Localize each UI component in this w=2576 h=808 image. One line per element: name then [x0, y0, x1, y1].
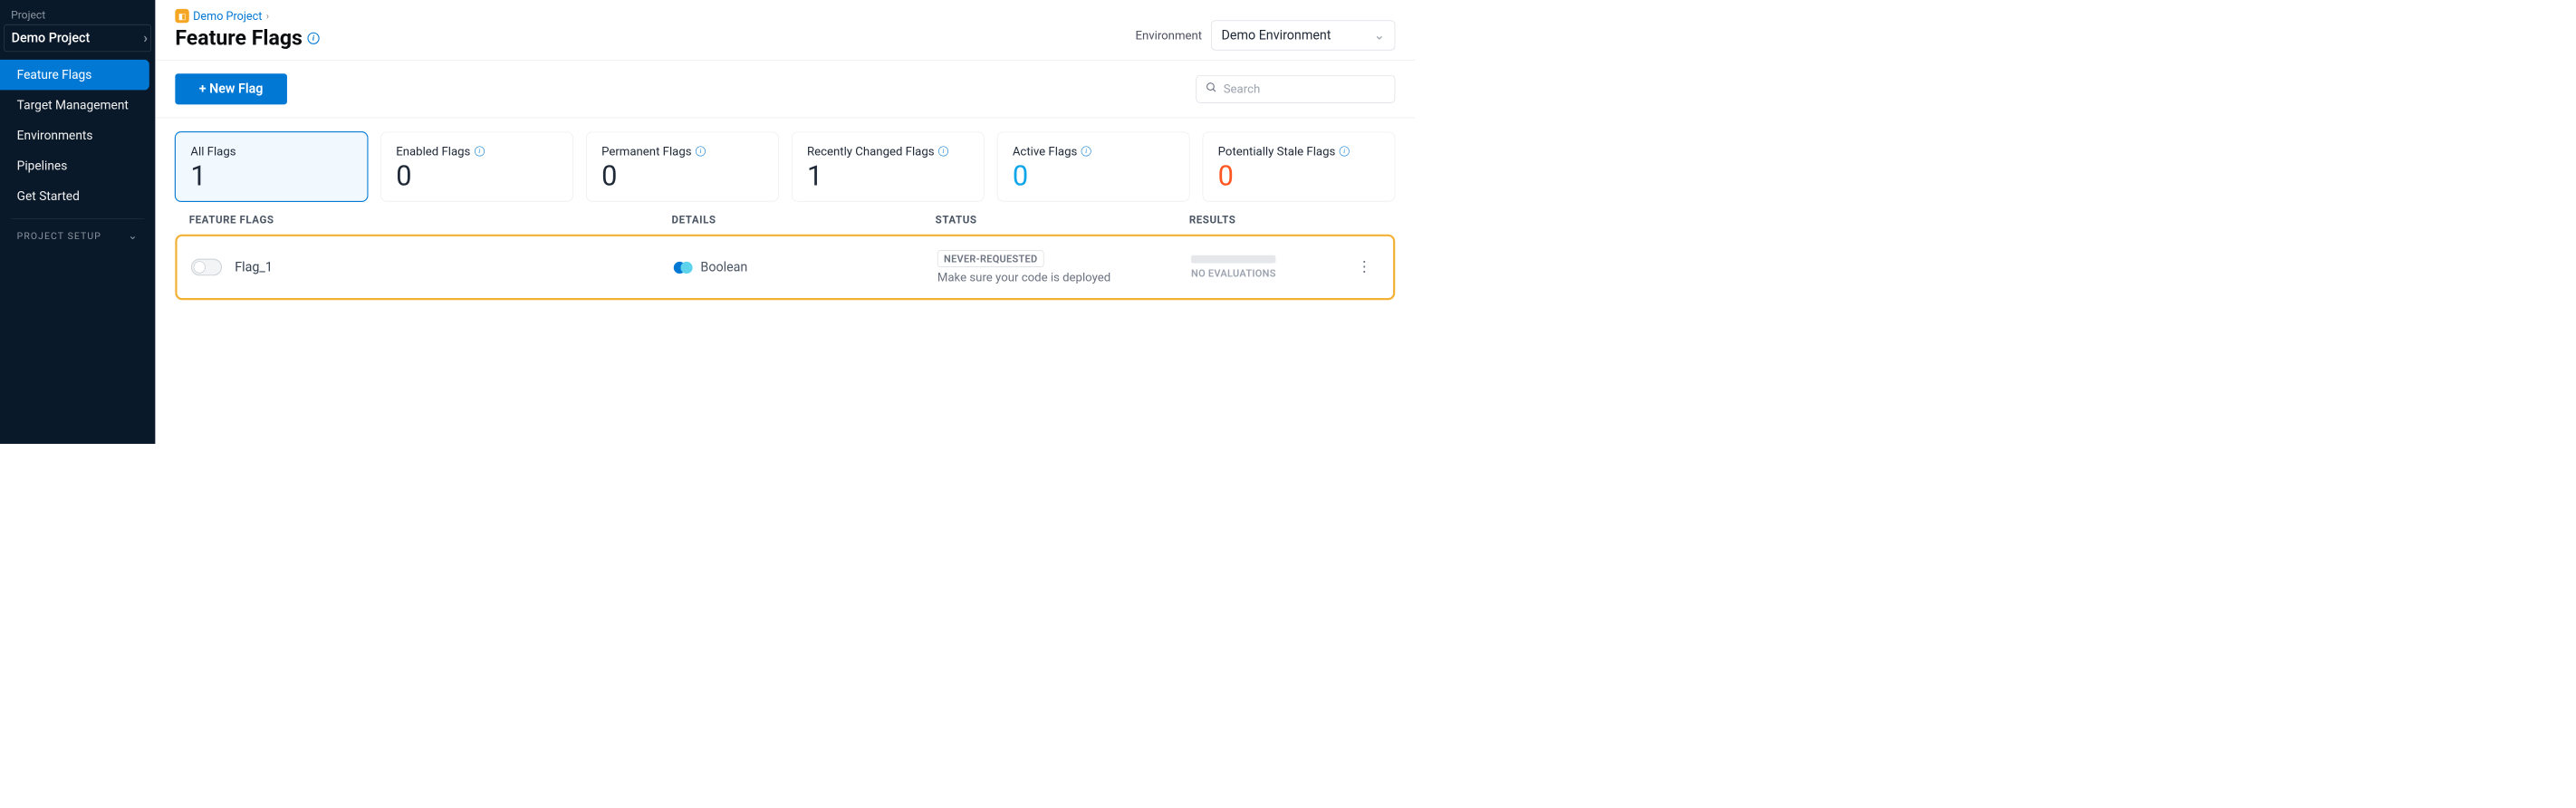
- search-input[interactable]: [1224, 82, 1386, 96]
- stat-label: Recently Changed Flags i: [807, 144, 969, 158]
- info-icon[interactable]: i: [1340, 146, 1350, 156]
- results-text: NO EVALUATIONS: [1191, 267, 1350, 279]
- environment-group: Environment Demo Environment ⌄: [1135, 21, 1395, 51]
- environment-select[interactable]: Demo Environment ⌄: [1211, 21, 1395, 51]
- topbar-left: ◧ Demo Project › Feature Flags i: [175, 9, 319, 51]
- row-menu-button[interactable]: ⋮: [1350, 260, 1379, 274]
- stat-value: 0: [1218, 159, 1380, 192]
- flag-name-cell: Flag_1: [191, 259, 674, 276]
- stat-card-enabled-flags[interactable]: Enabled Flags i 0: [380, 132, 573, 202]
- project-selector[interactable]: Demo Project ››: [4, 24, 151, 52]
- stat-label: Enabled Flags i: [396, 144, 558, 158]
- details-cell: Boolean: [674, 260, 937, 274]
- stat-card-stale-flags[interactable]: Potentially Stale Flags i 0: [1203, 132, 1396, 202]
- environment-selected: Demo Environment: [1222, 28, 1331, 43]
- stat-card-all-flags[interactable]: All Flags 1: [175, 132, 368, 202]
- info-icon[interactable]: i: [307, 32, 319, 43]
- table-header: FEATURE FLAGS DETAILS STATUS RESULTS: [155, 207, 1415, 235]
- results-cell: NO EVALUATIONS: [1191, 255, 1350, 279]
- search-box[interactable]: [1197, 75, 1396, 103]
- main-content: ◧ Demo Project › Feature Flags i Environ…: [155, 0, 1415, 444]
- results-bar: [1191, 255, 1275, 264]
- sidebar: Project Demo Project ›› Feature Flags Ta…: [0, 0, 155, 444]
- project-header-label: Project: [0, 9, 155, 24]
- flag-row[interactable]: Flag_1 Boolean NEVER-REQUESTED Make sure…: [175, 235, 1395, 301]
- status-cell: NEVER-REQUESTED Make sure your code is d…: [937, 250, 1191, 284]
- stat-card-active-flags[interactable]: Active Flags i 0: [997, 132, 1190, 202]
- stat-value: 0: [1013, 159, 1175, 192]
- stat-label: Active Flags i: [1013, 144, 1175, 158]
- project-name: Demo Project: [12, 31, 91, 45]
- project-icon: ◧: [175, 9, 188, 23]
- details-type: Boolean: [700, 260, 747, 274]
- status-subtext: Make sure your code is deployed: [937, 270, 1191, 284]
- info-icon[interactable]: i: [696, 146, 706, 156]
- chevron-down-icon: ⌄: [1374, 28, 1385, 43]
- page-title-text: Feature Flags: [175, 26, 303, 51]
- stat-label: Potentially Stale Flags i: [1218, 144, 1380, 158]
- breadcrumb: ◧ Demo Project ›: [175, 9, 319, 23]
- new-flag-button[interactable]: + New Flag: [175, 73, 286, 104]
- stat-value: 1: [807, 159, 969, 192]
- stat-value: 0: [396, 159, 558, 192]
- topbar: ◧ Demo Project › Feature Flags i Environ…: [155, 0, 1415, 61]
- section-label-text: PROJECT SETUP: [17, 230, 101, 242]
- sidebar-item-pipelines[interactable]: Pipelines: [0, 150, 155, 181]
- sidebar-item-get-started[interactable]: Get Started: [0, 181, 155, 212]
- col-header-results: RESULTS: [1189, 215, 1381, 226]
- sidebar-item-target-management[interactable]: Target Management: [0, 90, 155, 120]
- flag-toggle[interactable]: [191, 259, 222, 276]
- stat-card-permanent-flags[interactable]: Permanent Flags i 0: [586, 132, 779, 202]
- breadcrumb-project[interactable]: Demo Project: [193, 9, 262, 23]
- boolean-icon: [674, 262, 694, 273]
- environment-label: Environment: [1135, 28, 1202, 42]
- flag-name[interactable]: Flag_1: [235, 260, 273, 274]
- chevron-down-icon: ⌄: [128, 230, 138, 243]
- page-title: Feature Flags i: [175, 26, 319, 51]
- search-icon: [1206, 82, 1217, 96]
- stat-value: 1: [190, 159, 352, 192]
- col-header-feature-flags: FEATURE FLAGS: [189, 215, 672, 226]
- col-header-details: DETAILS: [672, 215, 936, 226]
- stat-card-recently-changed[interactable]: Recently Changed Flags i 1: [792, 132, 985, 202]
- stat-label: All Flags: [190, 144, 352, 158]
- toolbar: + New Flag: [155, 61, 1415, 118]
- info-icon[interactable]: i: [475, 146, 485, 156]
- chevron-right-icon: ›: [266, 10, 269, 22]
- stat-value: 0: [601, 159, 764, 192]
- stats-row: All Flags 1 Enabled Flags i 0 Permanent …: [155, 118, 1415, 207]
- info-icon[interactable]: i: [938, 146, 948, 156]
- status-badge: NEVER-REQUESTED: [937, 250, 1044, 267]
- project-setup-section[interactable]: PROJECT SETUP ⌄: [0, 219, 155, 254]
- stat-label: Permanent Flags i: [601, 144, 764, 158]
- toggle-knob: [194, 261, 206, 273]
- info-icon[interactable]: i: [1081, 146, 1091, 156]
- sidebar-item-environments[interactable]: Environments: [0, 120, 155, 151]
- sidebar-item-feature-flags[interactable]: Feature Flags: [0, 60, 149, 91]
- col-header-status: STATUS: [936, 215, 1189, 226]
